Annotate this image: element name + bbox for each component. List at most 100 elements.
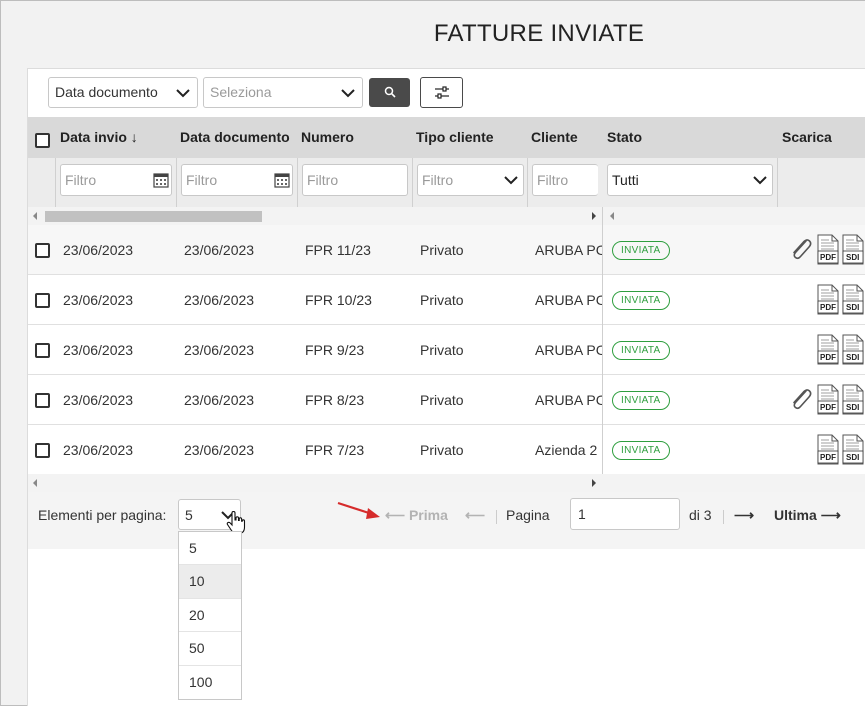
column-header-numero[interactable]: Numero: [301, 129, 354, 145]
pdf-download-icon[interactable]: PDF: [817, 334, 839, 365]
scroll-right-icon[interactable]: [592, 212, 596, 220]
pdf-download-icon[interactable]: PDF: [817, 284, 839, 315]
sliders-icon: [435, 86, 449, 99]
row-checkbox[interactable]: [35, 343, 50, 358]
table-row[interactable]: 23/06/2023 23/06/2023 FPR 9/23 Privato A…: [28, 325, 865, 375]
cell-data-documento: 23/06/2023: [184, 442, 255, 458]
prev-page-button[interactable]: ⟵: [465, 507, 485, 524]
cell-data-invio: 23/06/2023: [63, 292, 134, 308]
cell-data-invio: 23/06/2023: [63, 342, 134, 358]
cell-data-documento: 23/06/2023: [184, 342, 255, 358]
cell-data-invio: 23/06/2023: [63, 392, 134, 408]
sdi-download-icon[interactable]: SDI: [842, 284, 864, 315]
row-checkbox[interactable]: [35, 243, 50, 258]
table-row[interactable]: 23/06/2023 23/06/2023 FPR 7/23 Privato A…: [28, 425, 865, 475]
table-row[interactable]: 23/06/2023 23/06/2023 FPR 10/23 Privato …: [28, 275, 865, 325]
app-window: FATTURE INVIATE Data documento Seleziona…: [0, 0, 865, 706]
horizontal-scrollbar-bottom[interactable]: [28, 474, 865, 492]
sdi-download-icon[interactable]: SDI: [842, 434, 864, 465]
sdi-download-icon[interactable]: SDI: [842, 384, 864, 415]
scroll-right-icon[interactable]: [592, 479, 596, 487]
scrollbar-thumb[interactable]: [45, 211, 262, 222]
cell-numero: FPR 11/23: [305, 242, 371, 258]
cell-cliente: ARUBA PC: [535, 392, 603, 408]
pdf-download-icon[interactable]: PDF: [817, 234, 839, 265]
cell-cliente: ARUBA PC: [535, 242, 603, 258]
column-header-data-documento[interactable]: Data documento: [180, 129, 290, 145]
status-badge: INVIATA: [612, 341, 670, 360]
horizontal-scrollbar[interactable]: [28, 207, 865, 225]
next-page-button[interactable]: ⟶: [734, 507, 754, 524]
cell-data-documento: 23/06/2023: [184, 242, 255, 258]
divider: [723, 510, 724, 524]
frozen-column-divider: [602, 207, 603, 492]
status-badge: INVIATA: [612, 291, 670, 310]
pagination-bar: Elementi per pagina: 5 ⟵ Prima ⟵ Pagina: [28, 492, 865, 549]
filter-stato[interactable]: Tutti: [607, 164, 773, 196]
cell-data-invio: 23/06/2023: [63, 242, 134, 258]
first-page-button[interactable]: ⟵ Prima: [385, 507, 448, 524]
sdi-download-icon[interactable]: SDI: [842, 234, 864, 265]
select-all-checkbox[interactable]: [35, 133, 50, 148]
status-badge: INVIATA: [612, 441, 670, 460]
row-checkbox[interactable]: [35, 443, 50, 458]
value-select[interactable]: Seleziona: [203, 77, 363, 108]
row-checkbox[interactable]: [35, 393, 50, 408]
cell-numero: FPR 10/23: [305, 292, 372, 308]
paperclip-icon[interactable]: [789, 386, 813, 412]
arrow-right-icon: ⟶: [820, 507, 841, 523]
cell-tipo-cliente: Privato: [420, 242, 464, 258]
scroll-left-icon[interactable]: [610, 212, 614, 220]
paperclip-icon[interactable]: [789, 236, 813, 262]
chevron-down-icon: [341, 89, 355, 98]
chevron-down-icon: [753, 176, 767, 185]
arrow-left-icon: ⟵: [465, 507, 486, 523]
column-header-data-invio[interactable]: Data invio ↓: [60, 129, 138, 145]
filter-data-documento[interactable]: Filtro: [181, 164, 293, 196]
scroll-left-icon[interactable]: [33, 479, 37, 487]
column-header-scarica: Scarica: [782, 129, 832, 145]
advanced-filters-button[interactable]: [420, 77, 463, 108]
scroll-left-icon[interactable]: [33, 212, 37, 220]
calendar-icon[interactable]: [153, 172, 169, 188]
filter-cliente[interactable]: Filtro: [532, 164, 598, 196]
cell-data-invio: 23/06/2023: [63, 442, 134, 458]
cell-numero: FPR 9/23: [305, 342, 365, 358]
cell-numero: FPR 7/23: [305, 442, 365, 458]
table-header: Data invio ↓ Data documento Numero Tipo …: [28, 117, 865, 158]
sort-desc-icon: ↓: [130, 129, 138, 145]
column-header-stato[interactable]: Stato: [607, 129, 642, 145]
sdi-download-icon[interactable]: SDI: [842, 334, 864, 365]
cell-tipo-cliente: Privato: [420, 292, 464, 308]
filter-row: Filtro Filtro Filtro Filtro Filtro Tutti: [28, 158, 865, 207]
cell-tipo-cliente: Privato: [420, 342, 464, 358]
per-page-option[interactable]: 20: [179, 599, 241, 633]
column-header-tipo-cliente[interactable]: Tipo cliente: [416, 129, 494, 145]
field-select-value: Data documento: [55, 84, 158, 100]
search-button[interactable]: [369, 78, 410, 107]
last-page-button[interactable]: Ultima ⟶: [774, 507, 841, 524]
row-checkbox[interactable]: [35, 293, 50, 308]
table-row[interactable]: 23/06/2023 23/06/2023 FPR 8/23 Privato A…: [28, 375, 865, 425]
per-page-option[interactable]: 10: [179, 565, 241, 599]
field-select[interactable]: Data documento: [48, 77, 198, 108]
filter-numero[interactable]: Filtro: [302, 164, 408, 196]
pdf-download-icon[interactable]: PDF: [817, 434, 839, 465]
status-badge: INVIATA: [612, 241, 670, 260]
per-page-option[interactable]: 5: [179, 532, 241, 566]
per-page-option[interactable]: 100: [179, 666, 241, 699]
per-page-label: Elementi per pagina:: [38, 507, 167, 523]
page-title: FATTURE INVIATE: [433, 20, 645, 47]
calendar-icon[interactable]: [274, 172, 290, 188]
filter-tipo-cliente[interactable]: Filtro: [417, 164, 524, 196]
filter-data-invio[interactable]: Filtro: [60, 164, 172, 196]
pdf-download-icon[interactable]: PDF: [817, 384, 839, 415]
table-row[interactable]: 23/06/2023 23/06/2023 FPR 11/23 Privato …: [28, 225, 865, 275]
divider: [496, 510, 497, 524]
value-select-placeholder: Seleziona: [210, 84, 272, 100]
cell-data-documento: 23/06/2023: [184, 392, 255, 408]
column-header-cliente[interactable]: Cliente: [531, 129, 578, 145]
page-number-input[interactable]: 1: [570, 498, 680, 530]
cell-cliente: ARUBA PC: [535, 292, 603, 308]
per-page-option[interactable]: 50: [179, 632, 241, 666]
